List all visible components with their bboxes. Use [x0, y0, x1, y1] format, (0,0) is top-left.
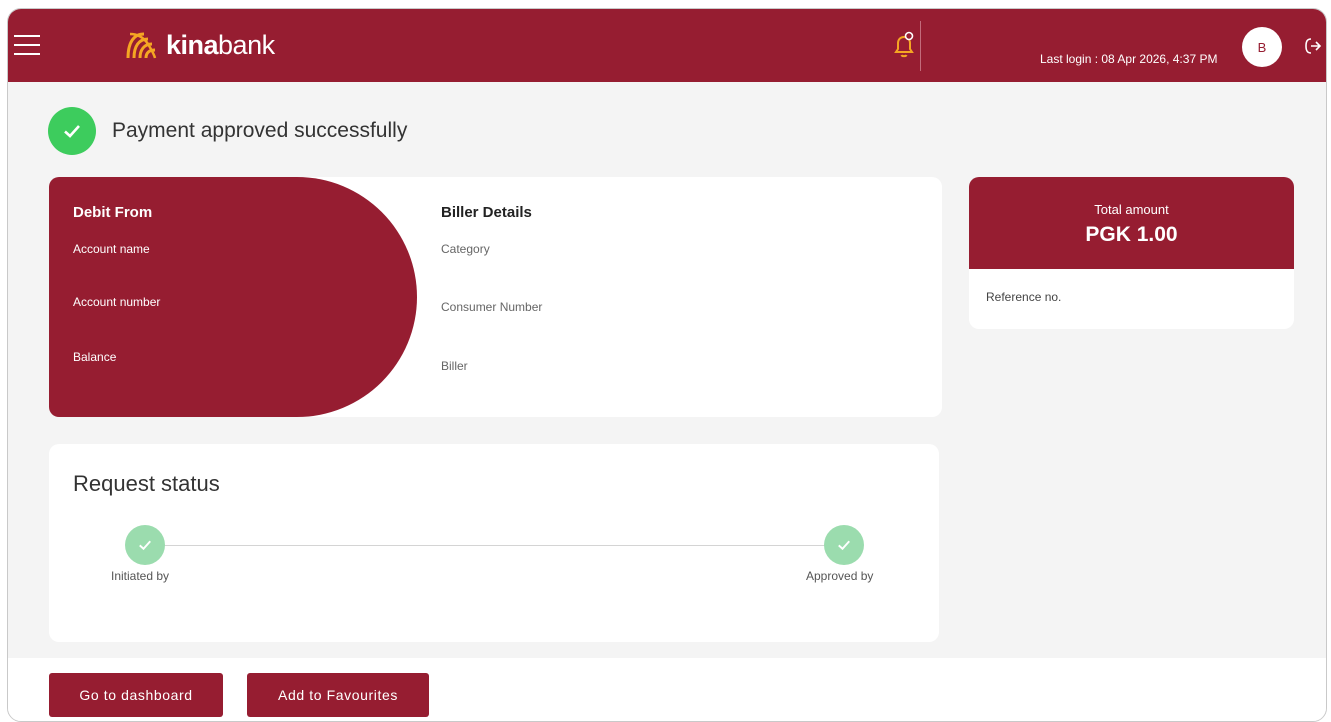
bell-icon[interactable] — [892, 31, 916, 59]
kinabank-logo-icon — [126, 32, 157, 59]
header-divider — [920, 21, 921, 71]
last-login-text: Last login : 08 Apr 2026, 4:37 PM — [1040, 52, 1218, 66]
step-approved-label: Approved by — [806, 569, 874, 583]
biller-details-title: Biller Details — [441, 204, 532, 221]
request-status-title: Request status — [73, 471, 220, 496]
category-label: Category — [441, 242, 490, 256]
add-to-favourites-button[interactable]: Add to Favourites — [247, 673, 429, 717]
account-name-label: Account name — [73, 242, 150, 256]
reference-number-label: Reference no. — [986, 290, 1062, 304]
top-bar: kinabank Last login : 08 Apr 2026, 4:37 … — [8, 9, 1326, 82]
account-number-label: Account number — [73, 295, 161, 309]
app-window: kinabank Last login : 08 Apr 2026, 4:37 … — [7, 8, 1327, 722]
step-initiated-label: Initiated by — [111, 569, 170, 583]
go-to-dashboard-button[interactable]: Go to dashboard — [49, 673, 223, 717]
balance-label: Balance — [73, 350, 117, 364]
consumer-number-label: Consumer Number — [441, 300, 543, 314]
total-amount-label: Total amount — [1094, 202, 1169, 217]
kinabank-logo[interactable]: kinabank — [124, 25, 275, 65]
payment-details-card: Debit From Account name Account number B… — [49, 177, 942, 417]
biller-label: Biller — [441, 359, 468, 373]
avatar[interactable]: B — [1242, 27, 1282, 67]
brand-name: kinabank — [166, 29, 275, 60]
debit-from-panel: Debit From Account name Account number B… — [49, 177, 417, 417]
total-amount-card: Total amount PGK 1.00 Reference no. — [969, 177, 1294, 329]
status-progress-line — [145, 545, 845, 546]
action-footer: Go to dashboard Add to Favourites — [8, 658, 1326, 721]
success-check-icon — [48, 107, 96, 155]
success-message: Payment approved successfully — [112, 119, 408, 142]
main-content: Payment approved successfully Debit From… — [8, 82, 1326, 658]
total-amount-value: PGK 1.00 — [1085, 223, 1178, 246]
total-amount-header: Total amount PGK 1.00 — [969, 177, 1294, 269]
debit-from-title: Debit From — [73, 204, 153, 221]
step-initiated-check-icon — [125, 525, 165, 565]
logout-icon[interactable] — [1304, 37, 1322, 55]
request-status-card: Request status Initiated by Approved by — [49, 444, 939, 642]
hamburger-icon[interactable] — [14, 35, 40, 55]
step-approved-check-icon — [824, 525, 864, 565]
success-banner: Payment approved successfully — [48, 106, 407, 156]
